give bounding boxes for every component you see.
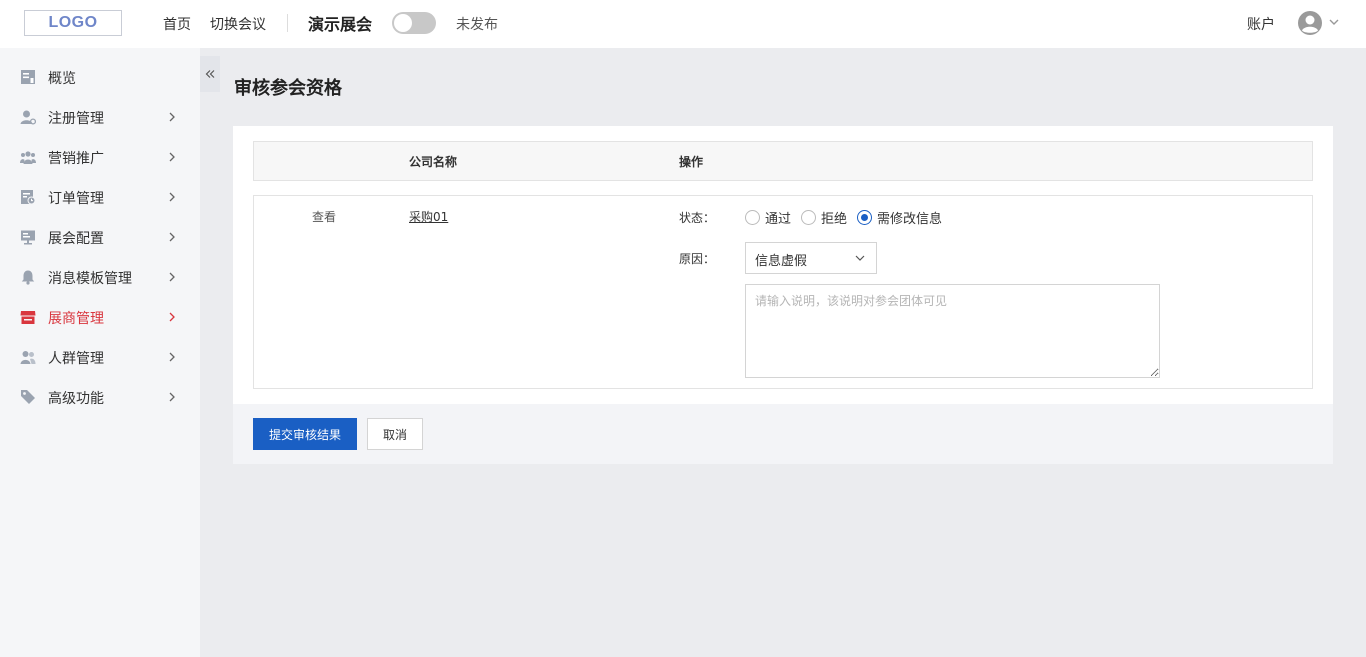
sidebar-item-overview[interactable]: 概览 <box>0 57 200 97</box>
chevron-right-icon <box>169 192 175 202</box>
publish-status: 未发布 <box>456 17 498 33</box>
radio-needs-revision[interactable]: 需修改信息 <box>857 208 943 227</box>
order-icon <box>21 190 36 205</box>
sidebar-item-label: 订单管理 <box>48 191 104 207</box>
page-title: 审核参会资格 <box>234 78 342 99</box>
marketing-icon <box>20 151 36 164</box>
nav-divider <box>287 14 288 32</box>
sidebar-item-label: 消息模板管理 <box>48 271 132 287</box>
radio-circle[interactable] <box>745 209 760 225</box>
top-header: LOGO 首页 切换会议 演示展会 未发布 账户 <box>0 0 1366 48</box>
chevron-down-icon <box>855 255 865 261</box>
tag-icon <box>21 390 35 404</box>
radio-label: 通过 <box>765 211 792 227</box>
chevron-right-icon <box>169 152 175 162</box>
reason-select-value: 信息虚假 <box>755 254 808 269</box>
sidebar-item-label: 人群管理 <box>48 351 104 367</box>
sidebar: 概览 注册管理 营销推广 订单管理 展会配置 消息模板管理 展商管理 人群管理 … <box>0 48 200 657</box>
sidebar-item-label: 高级功能 <box>48 391 104 407</box>
submit-review-button[interactable]: 提交审核结果 <box>253 418 357 450</box>
radio-label: 拒绝 <box>821 211 848 227</box>
chevron-down-icon[interactable] <box>1327 15 1341 29</box>
chevron-right-icon <box>169 352 175 362</box>
publish-toggle[interactable] <box>392 12 436 34</box>
expo-title: 演示展会 <box>308 15 373 34</box>
sidebar-item-expo-config[interactable]: 展会配置 <box>0 217 200 257</box>
company-name-link[interactable]: 采购01 <box>409 208 448 225</box>
sidebar-item-crowd[interactable]: 人群管理 <box>0 337 200 377</box>
people-icon <box>20 351 36 364</box>
chevron-right-icon <box>169 272 175 282</box>
cancel-button[interactable]: 取消 <box>367 418 423 450</box>
note-textarea[interactable] <box>745 284 1160 378</box>
logo-text: LOGO <box>48 14 98 31</box>
toggle-knob <box>394 14 412 32</box>
column-header-action: 操作 <box>679 155 704 169</box>
sidebar-item-orders[interactable]: 订单管理 <box>0 177 200 217</box>
user-avatar-icon[interactable] <box>1297 10 1323 36</box>
nav-switch-meeting-link[interactable]: 切换会议 <box>210 14 266 34</box>
bell-icon <box>21 270 35 285</box>
account-link[interactable]: 账户 <box>1247 14 1275 34</box>
radio-label: 需修改信息 <box>877 211 943 227</box>
sidebar-item-message-template[interactable]: 消息模板管理 <box>0 257 200 297</box>
chevron-right-icon <box>169 392 175 402</box>
radio-reject[interactable]: 拒绝 <box>801 208 848 227</box>
chevron-right-icon <box>169 232 175 242</box>
sidebar-item-label: 展商管理 <box>48 311 104 327</box>
radio-circle[interactable] <box>801 209 816 225</box>
config-icon <box>21 230 35 245</box>
sidebar-collapse-button[interactable] <box>200 56 220 92</box>
reason-label: 原因： <box>679 252 716 266</box>
status-label: 状态： <box>679 211 716 225</box>
chevron-right-icon <box>169 312 175 322</box>
column-header-company: 公司名称 <box>409 155 458 169</box>
overview-icon <box>21 70 35 84</box>
store-icon <box>20 311 36 324</box>
sidebar-item-label: 概览 <box>48 71 76 87</box>
sidebar-item-advanced[interactable]: 高级功能 <box>0 377 200 417</box>
radio-approve[interactable]: 通过 <box>745 208 792 227</box>
logo[interactable]: LOGO <box>24 10 122 36</box>
radio-circle[interactable] <box>857 209 872 225</box>
sidebar-item-label: 营销推广 <box>48 151 104 167</box>
view-link[interactable]: 查看 <box>312 208 336 225</box>
chevron-right-icon <box>169 112 175 122</box>
user-register-icon <box>20 110 36 125</box>
sidebar-item-label: 注册管理 <box>48 111 104 127</box>
reason-select[interactable]: 信息虚假 <box>745 242 877 274</box>
sidebar-item-label: 展会配置 <box>48 231 104 247</box>
nav-home-link[interactable]: 首页 <box>163 14 191 34</box>
sidebar-item-register[interactable]: 注册管理 <box>0 97 200 137</box>
sidebar-item-exhibitor[interactable]: 展商管理 <box>0 297 200 337</box>
double-chevron-left-icon <box>205 70 215 78</box>
sidebar-item-marketing[interactable]: 营销推广 <box>0 137 200 177</box>
